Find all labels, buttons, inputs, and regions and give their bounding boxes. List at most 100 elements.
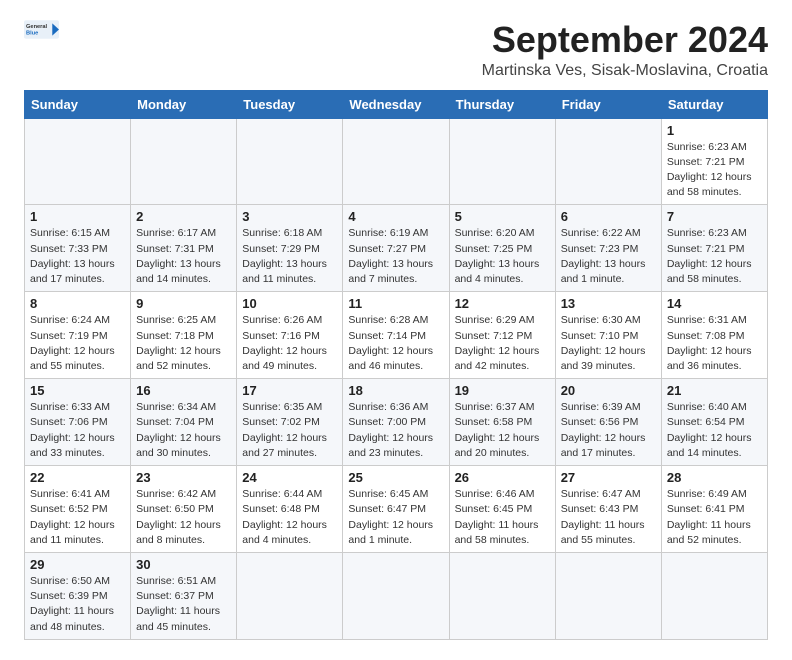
day-number: 2: [136, 209, 231, 224]
logo-area: General Blue: [24, 20, 60, 42]
day-info: Sunrise: 6:31 AMSunset: 7:08 PMDaylight:…: [667, 313, 762, 374]
day-number: 7: [667, 209, 762, 224]
week-row: 15Sunrise: 6:33 AMSunset: 7:06 PMDayligh…: [25, 379, 768, 466]
day-number: 12: [455, 296, 550, 311]
empty-cell: [237, 118, 343, 205]
day-cell-4: 4Sunrise: 6:19 AMSunset: 7:27 PMDaylight…: [343, 205, 449, 292]
day-number: 21: [667, 383, 762, 398]
day-cell-18: 18 Sunrise: 6:36 AMSunset: 7:00 PMDayligh…: [343, 379, 449, 466]
day-number: 30: [136, 557, 231, 572]
day-info: Sunrise: 6:26 AMSunset: 7:16 PMDaylight:…: [242, 313, 337, 374]
empty-cell: [661, 552, 767, 639]
day-info: Sunrise: 6:28 AMSunset: 7:14 PMDaylight:…: [348, 313, 443, 374]
day-cell-11: 11Sunrise: 6:28 AMSunset: 7:14 PMDayligh…: [343, 292, 449, 379]
day-info: Sunrise: 6:44 AMSunset: 6:48 PMDaylight:…: [242, 487, 337, 548]
weekday-header-saturday: Saturday: [661, 90, 767, 118]
day-cell-20: 20 Sunrise: 6:39 AMSunset: 6:56 PMDayligh…: [555, 379, 661, 466]
day-number: 20: [561, 383, 656, 398]
empty-cell: [131, 118, 237, 205]
day-info: Sunrise: 6:23 AMSunset: 7:21 PMDaylight:…: [667, 140, 762, 201]
day-number: 18: [348, 383, 443, 398]
weekday-header-thursday: Thursday: [449, 90, 555, 118]
day-info: Sunrise: 6:37 AMSunset: 6:58 PMDaylight:…: [455, 400, 550, 461]
day-info: Sunrise: 6:36 AMSunset: 7:00 PMDaylight:…: [348, 400, 443, 461]
day-cell-30: 30 Sunrise: 6:51 AMSunset: 6:37 PMDayligh…: [131, 552, 237, 639]
day-cell-16: 16 Sunrise: 6:34 AMSunset: 7:04 PMDayligh…: [131, 379, 237, 466]
week-row: 22Sunrise: 6:41 AMSunset: 6:52 PMDayligh…: [25, 466, 768, 553]
day-number: 26: [455, 470, 550, 485]
day-info: Sunrise: 6:18 AMSunset: 7:29 PMDaylight:…: [242, 226, 337, 287]
empty-cell: [555, 552, 661, 639]
day-info: Sunrise: 6:42 AMSunset: 6:50 PMDaylight:…: [136, 487, 231, 548]
day-number: 3: [242, 209, 337, 224]
day-info: Sunrise: 6:39 AMSunset: 6:56 PMDaylight:…: [561, 400, 656, 461]
day-number: 17: [242, 383, 337, 398]
day-info: Sunrise: 6:51 AMSunset: 6:37 PMDaylight:…: [136, 574, 231, 635]
day-info: Sunrise: 6:30 AMSunset: 7:10 PMDaylight:…: [561, 313, 656, 374]
day-cell-3: 3 Sunrise: 6:18 AMSunset: 7:29 PMDaylight…: [237, 205, 343, 292]
day-number: 19: [455, 383, 550, 398]
day-info: Sunrise: 6:49 AMSunset: 6:41 PMDaylight:…: [667, 487, 762, 548]
day-cell-13: 13 Sunrise: 6:30 AMSunset: 7:10 PMDayligh…: [555, 292, 661, 379]
day-cell-29: 29Sunrise: 6:50 AMSunset: 6:39 PMDayligh…: [25, 552, 131, 639]
weekday-header-sunday: Sunday: [25, 90, 131, 118]
day-cell-23: 23 Sunrise: 6:42 AMSunset: 6:50 PMDayligh…: [131, 466, 237, 553]
day-info: Sunrise: 6:46 AMSunset: 6:45 PMDaylight:…: [455, 487, 550, 548]
day-number: 9: [136, 296, 231, 311]
day-info: Sunrise: 6:47 AMSunset: 6:43 PMDaylight:…: [561, 487, 656, 548]
day-cell-25: 25Sunrise: 6:45 AMSunset: 6:47 PMDayligh…: [343, 466, 449, 553]
calendar-table: SundayMondayTuesdayWednesdayThursdayFrid…: [24, 90, 768, 640]
empty-cell: [343, 118, 449, 205]
empty-cell: [449, 552, 555, 639]
weekday-header-wednesday: Wednesday: [343, 90, 449, 118]
day-cell-19: 19 Sunrise: 6:37 AMSunset: 6:58 PMDayligh…: [449, 379, 555, 466]
day-cell-8: 8Sunrise: 6:24 AMSunset: 7:19 PMDaylight…: [25, 292, 131, 379]
week-row: 1 Sunrise: 6:23 AMSunset: 7:21 PMDaylight…: [25, 118, 768, 205]
day-info: Sunrise: 6:24 AMSunset: 7:19 PMDaylight:…: [30, 313, 125, 374]
day-info: Sunrise: 6:17 AMSunset: 7:31 PMDaylight:…: [136, 226, 231, 287]
empty-cell: [555, 118, 661, 205]
weekday-header-friday: Friday: [555, 90, 661, 118]
day-number: 10: [242, 296, 337, 311]
day-cell-2: 2 Sunrise: 6:17 AMSunset: 7:31 PMDaylight…: [131, 205, 237, 292]
day-cell-21: 21Sunrise: 6:40 AMSunset: 6:54 PMDayligh…: [661, 379, 767, 466]
day-info: Sunrise: 6:23 AMSunset: 7:21 PMDaylight:…: [667, 226, 762, 287]
day-number: 6: [561, 209, 656, 224]
location-title: Martinska Ves, Sisak-Moslavina, Croatia: [482, 62, 768, 80]
day-number: 1: [667, 123, 762, 138]
week-row: 8Sunrise: 6:24 AMSunset: 7:19 PMDaylight…: [25, 292, 768, 379]
day-info: Sunrise: 6:34 AMSunset: 7:04 PMDaylight:…: [136, 400, 231, 461]
day-cell-9: 9 Sunrise: 6:25 AMSunset: 7:18 PMDaylight…: [131, 292, 237, 379]
day-cell-24: 24 Sunrise: 6:44 AMSunset: 6:48 PMDayligh…: [237, 466, 343, 553]
weekday-header-monday: Monday: [131, 90, 237, 118]
day-info: Sunrise: 6:41 AMSunset: 6:52 PMDaylight:…: [30, 487, 125, 548]
logo-svg: General Blue: [24, 20, 60, 40]
day-cell-27: 27Sunrise: 6:47 AMSunset: 6:43 PMDayligh…: [555, 466, 661, 553]
day-number: 16: [136, 383, 231, 398]
day-info: Sunrise: 6:22 AMSunset: 7:23 PMDaylight:…: [561, 226, 656, 287]
week-row: 29Sunrise: 6:50 AMSunset: 6:39 PMDayligh…: [25, 552, 768, 639]
day-number: 28: [667, 470, 762, 485]
day-number: 24: [242, 470, 337, 485]
weekday-header-row: SundayMondayTuesdayWednesdayThursdayFrid…: [25, 90, 768, 118]
day-info: Sunrise: 6:29 AMSunset: 7:12 PMDaylight:…: [455, 313, 550, 374]
day-info: Sunrise: 6:15 AMSunset: 7:33 PMDaylight:…: [30, 226, 125, 287]
day-cell-10: 10 Sunrise: 6:26 AMSunset: 7:16 PMDayligh…: [237, 292, 343, 379]
day-cell-17: 17 Sunrise: 6:35 AMSunset: 7:02 PMDayligh…: [237, 379, 343, 466]
day-cell-26: 26 Sunrise: 6:46 AMSunset: 6:45 PMDayligh…: [449, 466, 555, 553]
day-cell-6: 6 Sunrise: 6:22 AMSunset: 7:23 PMDaylight…: [555, 205, 661, 292]
day-cell-14: 14Sunrise: 6:31 AMSunset: 7:08 PMDayligh…: [661, 292, 767, 379]
title-area: September 2024 Martinska Ves, Sisak-Mosl…: [482, 20, 768, 80]
day-number: 1: [30, 209, 125, 224]
day-number: 5: [455, 209, 550, 224]
day-number: 15: [30, 383, 125, 398]
day-info: Sunrise: 6:35 AMSunset: 7:02 PMDaylight:…: [242, 400, 337, 461]
day-info: Sunrise: 6:45 AMSunset: 6:47 PMDaylight:…: [348, 487, 443, 548]
month-title: September 2024: [482, 20, 768, 60]
day-number: 23: [136, 470, 231, 485]
day-info: Sunrise: 6:25 AMSunset: 7:18 PMDaylight:…: [136, 313, 231, 374]
empty-cell: [237, 552, 343, 639]
day-number: 13: [561, 296, 656, 311]
day-cell-1: 1 Sunrise: 6:23 AMSunset: 7:21 PMDaylight…: [661, 118, 767, 205]
day-cell-15: 15Sunrise: 6:33 AMSunset: 7:06 PMDayligh…: [25, 379, 131, 466]
